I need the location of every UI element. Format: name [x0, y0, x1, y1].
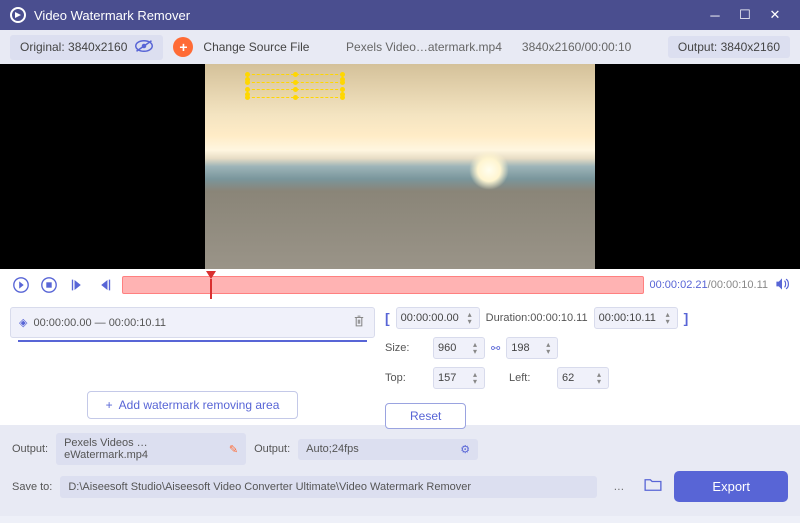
- source-meta: 3840x2160/00:00:10: [522, 40, 631, 54]
- area-progress: [18, 340, 367, 342]
- close-button[interactable]: ✕: [760, 0, 790, 30]
- stop-button[interactable]: [38, 274, 60, 296]
- areas-list: ◈ 00:00:00.00 — 00:00:10.11 +Add waterma…: [10, 307, 375, 419]
- open-folder-icon[interactable]: [640, 474, 666, 499]
- end-time-input[interactable]: ▴▾: [594, 307, 678, 329]
- area-item[interactable]: ◈ 00:00:00.00 — 00:00:10.11: [10, 307, 375, 338]
- titlebar: Video Watermark Remover ─ ☐ ✕: [0, 0, 800, 30]
- original-resolution-badge: Original: 3840x2160: [10, 35, 163, 60]
- selection-box-1[interactable]: [247, 74, 343, 83]
- source-filename: Pexels Video…atermark.mp4: [346, 40, 502, 54]
- video-frame[interactable]: [205, 64, 595, 269]
- reset-button[interactable]: Reset: [385, 403, 466, 429]
- browse-path-button[interactable]: …: [605, 477, 632, 497]
- height-input[interactable]: ▴▾: [506, 337, 558, 359]
- save-to-label: Save to:: [12, 481, 52, 493]
- size-label: Size:: [385, 342, 427, 354]
- selection-box-2[interactable]: [247, 89, 343, 98]
- output-filename-box[interactable]: Pexels Videos …eWatermark.mp4✎: [56, 433, 246, 465]
- bottom-bar: Output: Pexels Videos …eWatermark.mp4✎ O…: [0, 425, 800, 516]
- width-input[interactable]: ▴▾: [433, 337, 485, 359]
- preview-toggle-icon[interactable]: [135, 39, 153, 56]
- clip-settings: [ ▴▾ Duration:00:00:10.11 ▴▾ ] Size: ▴▾ …: [385, 307, 790, 419]
- volume-icon[interactable]: [774, 276, 790, 295]
- left-label: Left:: [509, 372, 551, 384]
- mark-out-button[interactable]: [94, 274, 116, 296]
- app-title: Video Watermark Remover: [34, 8, 190, 23]
- bracket-left-icon[interactable]: [: [385, 310, 390, 326]
- start-time-input[interactable]: ▴▾: [396, 307, 480, 329]
- add-source-icon[interactable]: +: [173, 37, 193, 57]
- duration-label: Duration:00:00:10.11: [486, 312, 588, 324]
- export-button[interactable]: Export: [674, 471, 788, 502]
- top-label: Top:: [385, 372, 427, 384]
- toolbar: Original: 3840x2160 + Change Source File…: [0, 30, 800, 64]
- change-source-button[interactable]: Change Source File: [203, 40, 309, 54]
- down-icon[interactable]: ▾: [465, 318, 475, 325]
- eraser-icon: ◈: [19, 316, 27, 329]
- output-label: Output:: [12, 443, 48, 455]
- app-logo-icon: [10, 7, 26, 23]
- delete-area-icon[interactable]: [352, 314, 366, 331]
- play-button[interactable]: [10, 274, 32, 296]
- output-format-box[interactable]: Auto;24fps⚙: [298, 439, 478, 460]
- plus-icon: +: [106, 398, 113, 412]
- bracket-right-icon[interactable]: ]: [684, 310, 689, 326]
- settings-pane: ◈ 00:00:00.00 — 00:00:10.11 +Add waterma…: [0, 301, 800, 425]
- down-icon[interactable]: ▾: [543, 348, 553, 355]
- top-input[interactable]: ▴▾: [433, 367, 485, 389]
- area-range-label: 00:00:00.00 — 00:00:10.11: [33, 317, 166, 329]
- maximize-button[interactable]: ☐: [730, 0, 760, 30]
- video-preview[interactable]: [0, 64, 800, 269]
- save-path-box: D:\Aiseesoft Studio\Aiseesoft Video Conv…: [60, 476, 597, 498]
- down-icon[interactable]: ▾: [470, 378, 480, 385]
- playhead-icon[interactable]: [206, 271, 216, 279]
- original-resolution-label: Original: 3840x2160: [20, 40, 127, 54]
- player-controls: 00:00:02.21/00:00:10.11: [0, 269, 800, 301]
- timeline-time: 00:00:02.21/00:00:10.11: [650, 279, 768, 291]
- timeline-scrubber[interactable]: [122, 276, 644, 294]
- output-resolution-badge: Output: 3840x2160: [668, 36, 790, 58]
- down-icon[interactable]: ▾: [663, 318, 673, 325]
- link-aspect-icon[interactable]: ⚯: [491, 342, 500, 355]
- minimize-button[interactable]: ─: [700, 0, 730, 30]
- output-format-label: Output:: [254, 443, 290, 455]
- mark-in-button[interactable]: [66, 274, 88, 296]
- left-input[interactable]: ▴▾: [557, 367, 609, 389]
- add-area-button[interactable]: +Add watermark removing area: [87, 391, 299, 419]
- format-settings-icon[interactable]: ⚙: [460, 443, 470, 456]
- down-icon[interactable]: ▾: [470, 348, 480, 355]
- down-icon[interactable]: ▾: [594, 378, 604, 385]
- edit-filename-icon[interactable]: ✎: [229, 443, 238, 456]
